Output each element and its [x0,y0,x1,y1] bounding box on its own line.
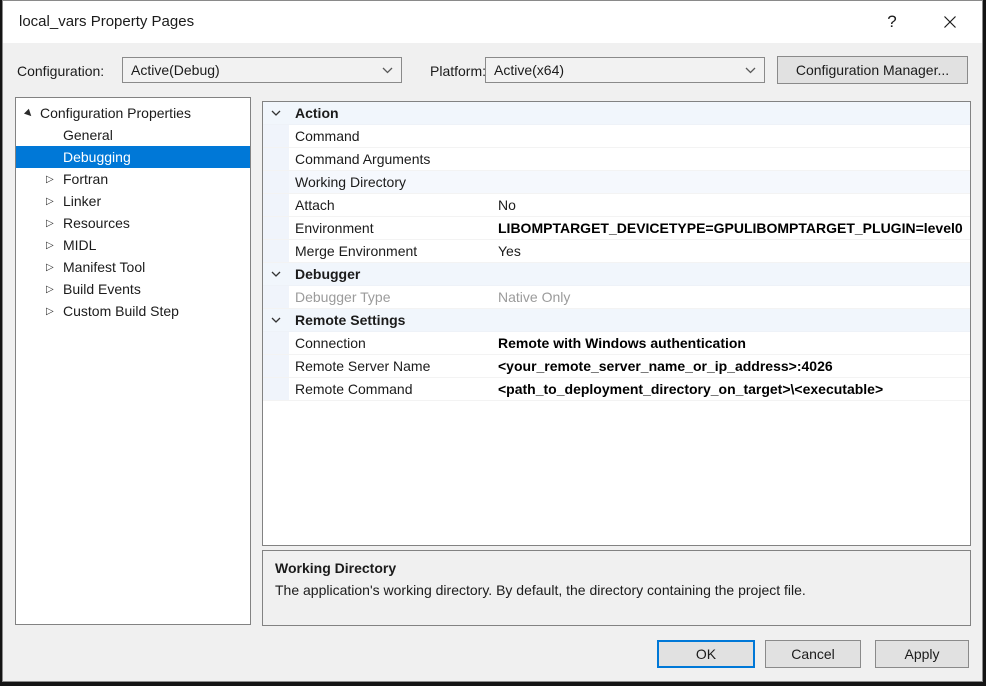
tree-item-configuration-properties[interactable]: ▶ Configuration Properties [16,102,250,124]
property-pages-dialog: local_vars Property Pages ? Configuratio… [2,0,983,682]
property-name: Remote Command [289,381,491,397]
tree-item-label: Debugging [63,149,131,165]
tree-item-label: MIDL [63,237,96,253]
grid-group-remote-settings[interactable]: Remote Settings [263,309,970,332]
close-icon [943,15,957,29]
cancel-button[interactable]: Cancel [765,640,861,668]
grid-group-action[interactable]: Action [263,102,970,125]
property-tree: ▶ Configuration Properties General Debug… [15,97,251,625]
property-value: Native Only [491,289,970,305]
configuration-label: Configuration: [17,63,104,79]
tree-item-label: Manifest Tool [63,259,145,275]
tree-item-label: General [63,127,113,143]
configuration-value: Active(Debug) [131,62,382,78]
property-name: Connection [289,335,491,351]
tree-collapsed-icon[interactable]: ▷ [46,196,63,207]
title-bar: local_vars Property Pages ? [3,1,982,43]
property-name: Working Directory [289,174,491,190]
grid-row-attach[interactable]: Attach No [263,194,970,217]
property-name: Remote Server Name [289,358,491,374]
grid-group-debugger[interactable]: Debugger [263,263,970,286]
platform-value: Active(x64) [494,62,745,78]
help-button[interactable]: ? [875,7,909,37]
chevron-down-icon [271,271,281,277]
property-name: Command Arguments [289,151,491,167]
tree-item-build-events[interactable]: ▷ Build Events [16,278,250,300]
description-panel: Working Directory The application's work… [262,550,971,626]
apply-button[interactable]: Apply [875,640,969,668]
description-title: Working Directory [275,560,958,576]
group-label: Action [289,105,491,121]
property-grid: Action Command Command Arguments Working… [262,101,971,546]
property-name: Attach [289,197,491,213]
group-label: Debugger [289,266,491,282]
grid-row-working-directory[interactable]: Working Directory [263,171,970,194]
close-button[interactable] [933,7,967,37]
property-name: Environment [289,220,491,236]
grid-row-remote-server-name[interactable]: Remote Server Name <your_remote_server_n… [263,355,970,378]
grid-row-environment[interactable]: Environment LIBOMPTARGET_DEVICETYPE=GPUL… [263,217,970,240]
tree-item-label: Configuration Properties [40,105,191,121]
tree-item-label: Fortran [63,171,108,187]
tree-item-label: Custom Build Step [63,303,179,319]
ok-button[interactable]: OK [657,640,755,668]
tree-item-debugging[interactable]: Debugging [16,146,250,168]
tree-item-custom-build-step[interactable]: ▷ Custom Build Step [16,300,250,322]
tree-item-general[interactable]: General [16,124,250,146]
tree-collapsed-icon[interactable]: ▷ [46,218,63,229]
tree-collapsed-icon[interactable]: ▷ [46,262,63,273]
tree-item-label: Linker [63,193,101,209]
property-name: Merge Environment [289,243,491,259]
tree-collapsed-icon[interactable]: ▷ [46,284,63,295]
property-name: Debugger Type [289,289,491,305]
chevron-down-icon [745,67,756,74]
grid-row-command-arguments[interactable]: Command Arguments [263,148,970,171]
configuration-select[interactable]: Active(Debug) [122,57,402,83]
tree-item-fortran[interactable]: ▷ Fortran [16,168,250,190]
platform-select[interactable]: Active(x64) [485,57,765,83]
tree-item-manifest-tool[interactable]: ▷ Manifest Tool [16,256,250,278]
configuration-manager-button[interactable]: Configuration Manager... [777,56,968,84]
help-icon: ? [887,12,896,32]
tree-collapsed-icon[interactable]: ▷ [46,240,63,251]
tree-expanded-icon[interactable]: ▶ [21,105,37,121]
description-text: The application's working directory. By … [275,582,958,598]
tree-item-linker[interactable]: ▷ Linker [16,190,250,212]
chevron-down-icon [382,67,393,74]
tree-item-label: Build Events [63,281,141,297]
grid-row-debugger-type[interactable]: Debugger Type Native Only [263,286,970,309]
grid-row-remote-command[interactable]: Remote Command <path_to_deployment_direc… [263,378,970,401]
property-value[interactable]: Yes [491,243,970,259]
tree-item-label: Resources [63,215,130,231]
configuration-bar: Configuration: Active(Debug) Platform: A… [3,43,982,97]
tree-item-resources[interactable]: ▷ Resources [16,212,250,234]
grid-row-connection[interactable]: Connection Remote with Windows authentic… [263,332,970,355]
platform-label: Platform: [430,63,486,79]
tree-collapsed-icon[interactable]: ▷ [46,306,63,317]
grid-row-command[interactable]: Command [263,125,970,148]
property-value[interactable]: <your_remote_server_name_or_ip_address>:… [491,358,970,374]
property-value[interactable]: <path_to_deployment_directory_on_target>… [491,381,970,397]
chevron-down-icon [271,317,281,323]
property-value[interactable]: No [491,197,970,213]
chevron-down-icon [271,110,281,116]
property-value[interactable]: LIBOMPTARGET_DEVICETYPE=GPULIBOMPTARGET_… [491,220,970,236]
grid-row-merge-environment[interactable]: Merge Environment Yes [263,240,970,263]
tree-item-midl[interactable]: ▷ MIDL [16,234,250,256]
window-title: local_vars Property Pages [19,13,194,30]
group-label: Remote Settings [289,312,491,328]
property-value[interactable]: Remote with Windows authentication [491,335,970,351]
property-name: Command [289,128,491,144]
tree-collapsed-icon[interactable]: ▷ [46,174,63,185]
